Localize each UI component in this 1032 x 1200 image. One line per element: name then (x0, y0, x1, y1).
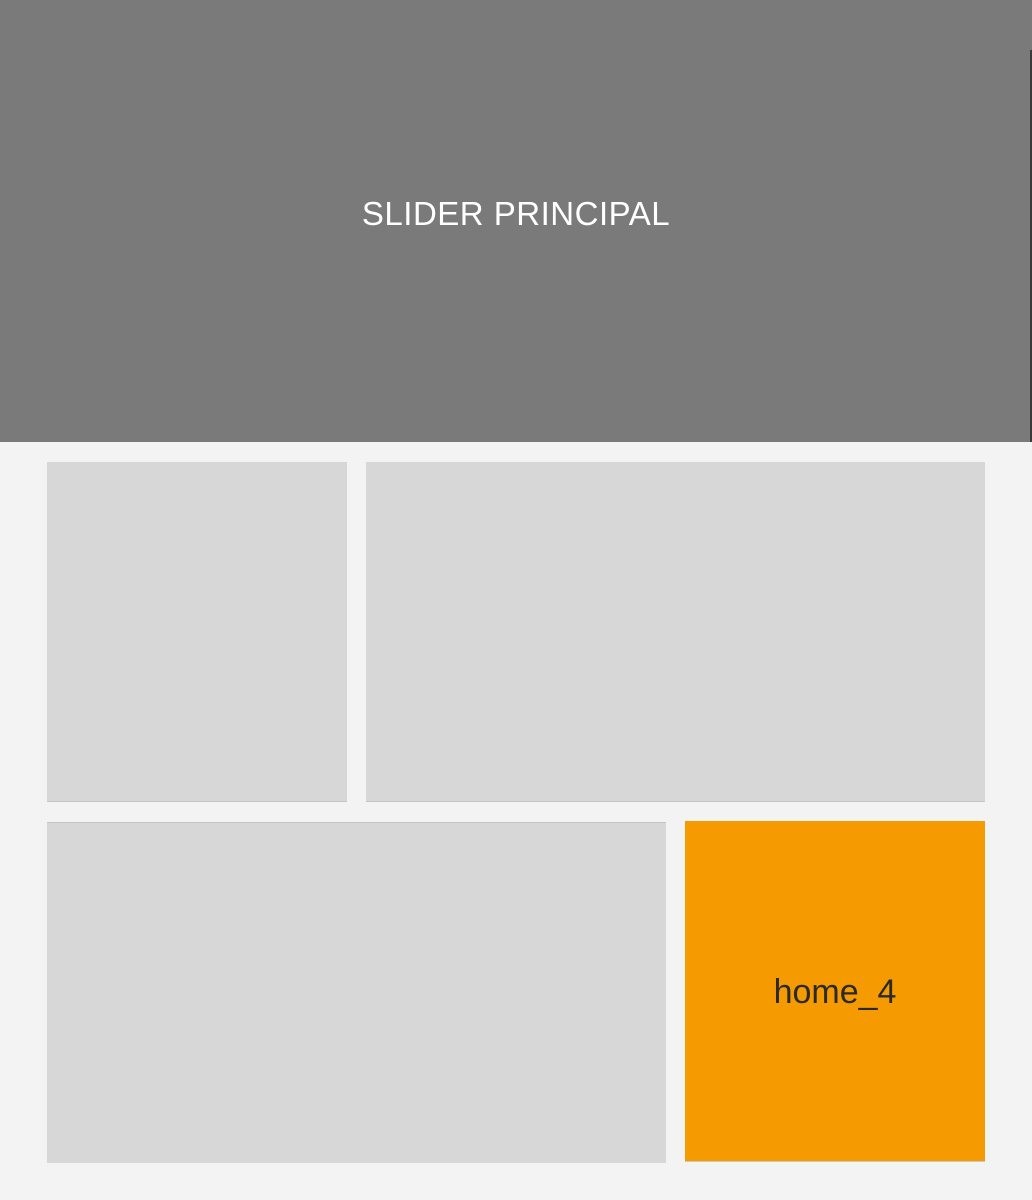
page: SLIDER PRINCIPAL home_4 (0, 0, 1032, 1200)
home-tile-4-label: home_4 (773, 972, 897, 1011)
home-tile-2[interactable] (366, 462, 985, 802)
home-tile-1[interactable] (47, 462, 347, 802)
home-tile-4[interactable]: home_4 (685, 821, 985, 1162)
main-slider[interactable]: SLIDER PRINCIPAL (0, 0, 1032, 442)
slider-label: SLIDER PRINCIPAL (361, 195, 671, 232)
home-tile-3[interactable] (47, 822, 666, 1163)
